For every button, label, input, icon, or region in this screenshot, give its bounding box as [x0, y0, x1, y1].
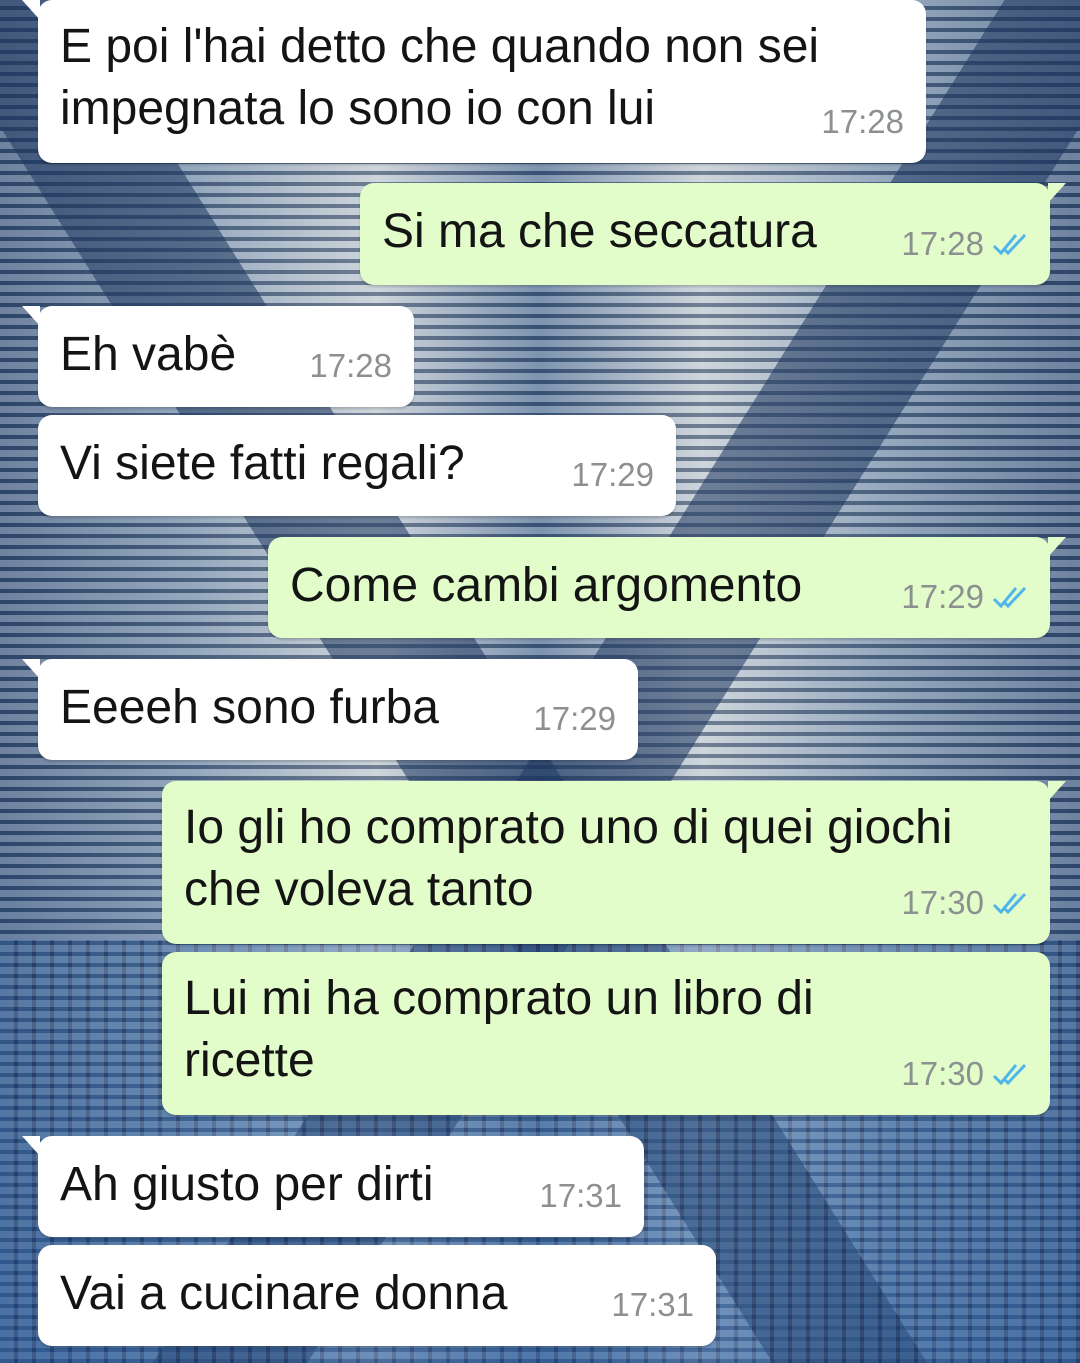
read-ticks-icon — [992, 892, 1027, 915]
message-time: 17:29 — [571, 456, 654, 493]
message-bubble-incoming[interactable]: Eeeeh sono furba 17:29 — [22, 659, 638, 760]
message-meta: 17:28 — [309, 335, 392, 397]
message-time: 17:31 — [539, 1177, 622, 1214]
message-bubble-incoming[interactable]: Eh vabè 17:28 — [22, 306, 414, 407]
message-time: 17:29 — [533, 700, 616, 737]
message-time: 17:28 — [821, 103, 904, 140]
message-meta: 17:28 — [821, 91, 904, 153]
message-meta: 17:30 — [901, 1043, 1028, 1105]
message-meta: 17:31 — [611, 1274, 694, 1336]
message-meta: 17:29 — [533, 688, 616, 750]
read-ticks-icon — [992, 586, 1027, 609]
message-bubble-outgoing[interactable]: Si ma che seccatura 17:28 — [360, 183, 1066, 285]
message-meta: 17:29 — [901, 566, 1028, 628]
message-text: Vai a cucinare donna — [60, 1267, 508, 1320]
message-bubble-incoming[interactable]: Vai a cucinare donna 17:31 — [38, 1245, 716, 1346]
message-bubble-incoming[interactable]: E poi l'hai detto che quando non sei imp… — [22, 0, 926, 163]
message-bubble-incoming[interactable]: Vi siete fatti regali? 17:29 — [38, 415, 676, 516]
message-meta: 17:28 — [901, 213, 1028, 275]
message-bubble-outgoing[interactable]: Come cambi argomento 17:29 — [268, 537, 1066, 638]
message-time: 17:29 — [901, 578, 984, 615]
message-text: E poi l'hai detto che quando non sei imp… — [60, 20, 820, 135]
chat-message-list[interactable]: E poi l'hai detto che quando non sei imp… — [0, 0, 1080, 1363]
read-ticks-icon — [992, 1063, 1027, 1086]
message-text: Vi siete fatti regali? — [60, 437, 465, 490]
message-time: 17:28 — [901, 225, 984, 262]
message-meta: 17:29 — [571, 444, 654, 506]
message-bubble-outgoing[interactable]: Io gli ho comprato uno di quei giochi ch… — [162, 781, 1066, 944]
message-time: 17:31 — [611, 1286, 694, 1323]
message-meta: 17:31 — [539, 1165, 622, 1227]
read-ticks-icon — [992, 233, 1027, 256]
message-text: Ah giusto per dirti — [60, 1158, 434, 1211]
message-time: 17:30 — [901, 884, 984, 921]
message-meta: 17:30 — [901, 872, 1028, 934]
message-time: 17:30 — [901, 1055, 984, 1092]
message-time: 17:28 — [309, 347, 392, 384]
message-bubble-incoming[interactable]: Ah giusto per dirti 17:31 — [22, 1136, 644, 1237]
message-bubble-outgoing[interactable]: Lui mi ha comprato un libro di ricette 1… — [162, 952, 1050, 1115]
